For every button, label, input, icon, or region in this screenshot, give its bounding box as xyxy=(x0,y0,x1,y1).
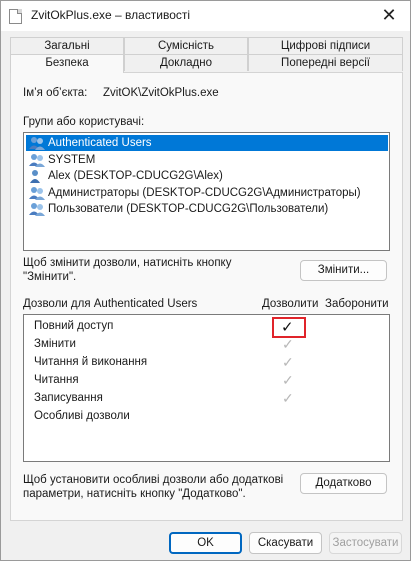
ok-button[interactable]: OK xyxy=(169,532,242,554)
allow-write-check-icon: ✓ xyxy=(282,390,294,406)
permission-row-full-control: Повний доступ xyxy=(34,320,113,338)
tab-security[interactable]: Безпека xyxy=(10,54,124,73)
user-row-users[interactable]: Пользователи (DESKTOP-CDUCG2G\Пользовате… xyxy=(26,201,386,217)
user-icon xyxy=(30,170,40,183)
change-button[interactable]: Змінити... xyxy=(300,260,387,281)
advanced-hint-line2: параметри, натисніть кнопку "Додатково". xyxy=(23,488,246,500)
user-row-administrators[interactable]: Администраторы (DESKTOP-CDUCG2G\Админист… xyxy=(26,185,386,201)
allow-read-check-icon: ✓ xyxy=(282,372,294,388)
properties-dialog: ZvitOkPlus.exe – властивості ✕ Загальні … xyxy=(0,0,411,561)
permission-name: Читання xyxy=(34,374,79,386)
highlight-box xyxy=(272,317,306,338)
user-row-system[interactable]: SYSTEM xyxy=(26,152,386,168)
tab-row-top: Загальні Сумісність Цифрові підписи xyxy=(10,37,403,54)
user-row-authenticated-users[interactable]: Authenticated Users xyxy=(26,135,388,151)
users-group-icon xyxy=(29,203,45,216)
tab-digital-signatures[interactable]: Цифрові підписи xyxy=(248,37,403,54)
permission-name: Особливі дозволи xyxy=(34,410,130,422)
file-icon xyxy=(9,9,22,24)
allow-modify-check-icon: ✓ xyxy=(282,336,294,352)
advanced-button[interactable]: Додатково xyxy=(300,473,387,494)
user-label: Alex (DESKTOP-CDUCG2G\Alex) xyxy=(48,170,223,182)
apply-button[interactable]: Застосувати xyxy=(329,532,402,554)
allow-column-header: Дозволити xyxy=(262,298,319,310)
deny-column-header: Заборонити xyxy=(325,298,389,310)
users-group-icon xyxy=(29,154,45,167)
permission-row-read: Читання xyxy=(34,374,79,392)
permission-name: Змінити xyxy=(34,338,76,350)
tab-previous-versions[interactable]: Попередні версії xyxy=(248,54,403,71)
close-button[interactable]: ✕ xyxy=(374,3,404,29)
permission-name: Читання й виконання xyxy=(34,356,148,368)
user-label: Пользователи (DESKTOP-CDUCG2G\Пользовате… xyxy=(48,203,329,215)
tab-details[interactable]: Докладно xyxy=(124,54,248,71)
object-name-value: ZvitOK\ZvitOkPlus.exe xyxy=(103,87,219,99)
security-panel: Ім’я об’єкта: ZvitOK\ZvitOkPlus.exe Груп… xyxy=(10,72,403,521)
window-title: ZvitOkPlus.exe – властивості xyxy=(31,8,191,22)
change-hint-line1: Щоб змінити дозволи, натисніть кнопку xyxy=(23,257,232,269)
user-label: Authenticated Users xyxy=(48,137,152,149)
advanced-hint-line1: Щоб установити особливі дозволи або дода… xyxy=(23,474,284,486)
change-hint-line2: "Змінити". xyxy=(23,271,77,283)
object-name-label: Ім’я об’єкта: xyxy=(23,87,88,99)
cancel-button[interactable]: Скасувати xyxy=(249,532,322,554)
tab-compatibility[interactable]: Сумісність xyxy=(124,37,248,54)
permission-row-write: Записування xyxy=(34,392,103,410)
permissions-label: Дозволи для Authenticated Users xyxy=(23,298,198,310)
tab-row-bottom: Безпека Докладно Попередні версії xyxy=(10,54,403,73)
users-group-icon xyxy=(29,137,45,150)
permission-row-read-execute: Читання й виконання xyxy=(34,356,147,374)
user-label: SYSTEM xyxy=(48,154,96,166)
users-group-icon xyxy=(29,187,45,200)
permissions-list: Повний доступ Змінити Читання й виконанн… xyxy=(23,314,390,462)
permission-name: Повний доступ xyxy=(34,320,114,332)
title-bar: ZvitOkPlus.exe – властивості ✕ xyxy=(1,1,410,31)
user-label: Администраторы (DESKTOP-CDUCG2G\Админист… xyxy=(48,187,361,199)
allow-read-execute-check-icon: ✓ xyxy=(282,354,294,370)
permission-row-special: Особливі дозволи xyxy=(34,410,130,428)
users-listbox[interactable]: Authenticated Users SYSTEM Alex (DESKTOP… xyxy=(23,132,390,251)
permission-name: Записування xyxy=(34,392,103,404)
user-row-alex[interactable]: Alex (DESKTOP-CDUCG2G\Alex) xyxy=(26,168,386,184)
tab-general[interactable]: Загальні xyxy=(10,37,124,54)
groups-label: Групи або користувачі: xyxy=(23,116,145,128)
permission-row-modify: Змінити xyxy=(34,338,76,356)
